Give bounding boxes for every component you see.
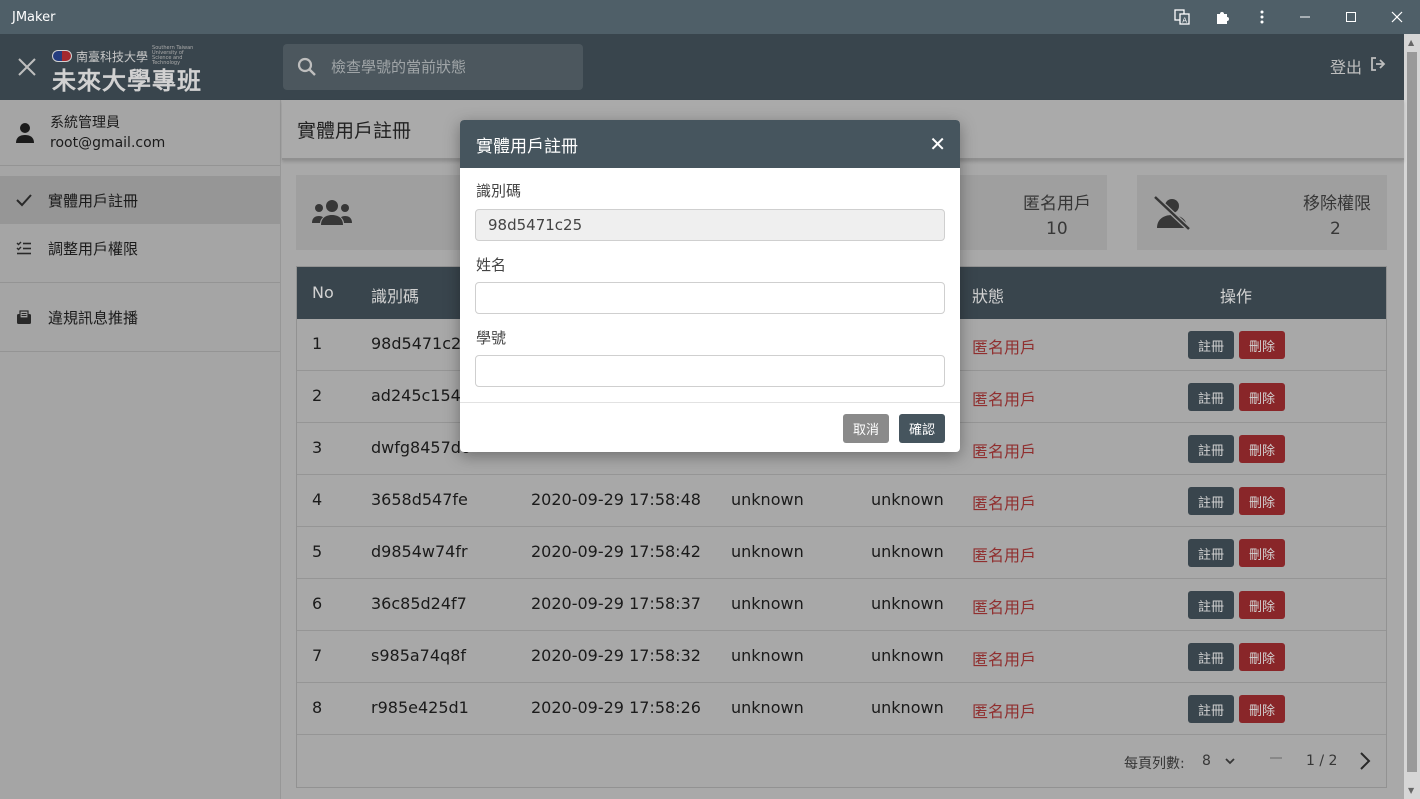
vertical-scrollbar[interactable]: ▲ ▼	[1404, 34, 1420, 799]
translate-icon[interactable]: A	[1162, 0, 1202, 34]
student-id-field[interactable]	[475, 355, 945, 387]
maximize-icon[interactable]	[1328, 0, 1374, 34]
field-label-name: 姓名	[476, 256, 507, 274]
cancel-button[interactable]: 取消	[843, 414, 889, 443]
id-field[interactable]	[475, 209, 945, 241]
window-close-icon[interactable]	[1374, 0, 1420, 34]
modal-close-icon[interactable]: ✕	[929, 132, 946, 156]
scroll-up-arrow-icon[interactable]: ▲	[1408, 38, 1414, 47]
modal-footer: 取消 確認	[460, 402, 960, 452]
modal-header: 實體用戶註冊 ✕	[460, 120, 960, 168]
confirm-button[interactable]: 確認	[899, 414, 945, 443]
svg-text:A: A	[1182, 17, 1187, 25]
window-titlebar: JMaker A	[0, 0, 1420, 34]
extension-puzzle-icon[interactable]	[1202, 0, 1242, 34]
minimize-icon[interactable]	[1282, 0, 1328, 34]
name-field[interactable]	[475, 282, 945, 314]
more-vert-icon[interactable]	[1242, 0, 1282, 34]
field-label-student-id: 學號	[476, 329, 507, 347]
register-user-modal: 實體用戶註冊 ✕ 識別碼 姓名 學號 取消 確認	[460, 120, 960, 452]
field-label-id: 識別碼	[476, 182, 522, 200]
modal-title: 實體用戶註冊	[476, 136, 578, 157]
window-title: JMaker	[12, 9, 56, 25]
scroll-down-arrow-icon[interactable]: ▼	[1408, 786, 1414, 795]
scrollbar-thumb[interactable]	[1407, 52, 1417, 772]
